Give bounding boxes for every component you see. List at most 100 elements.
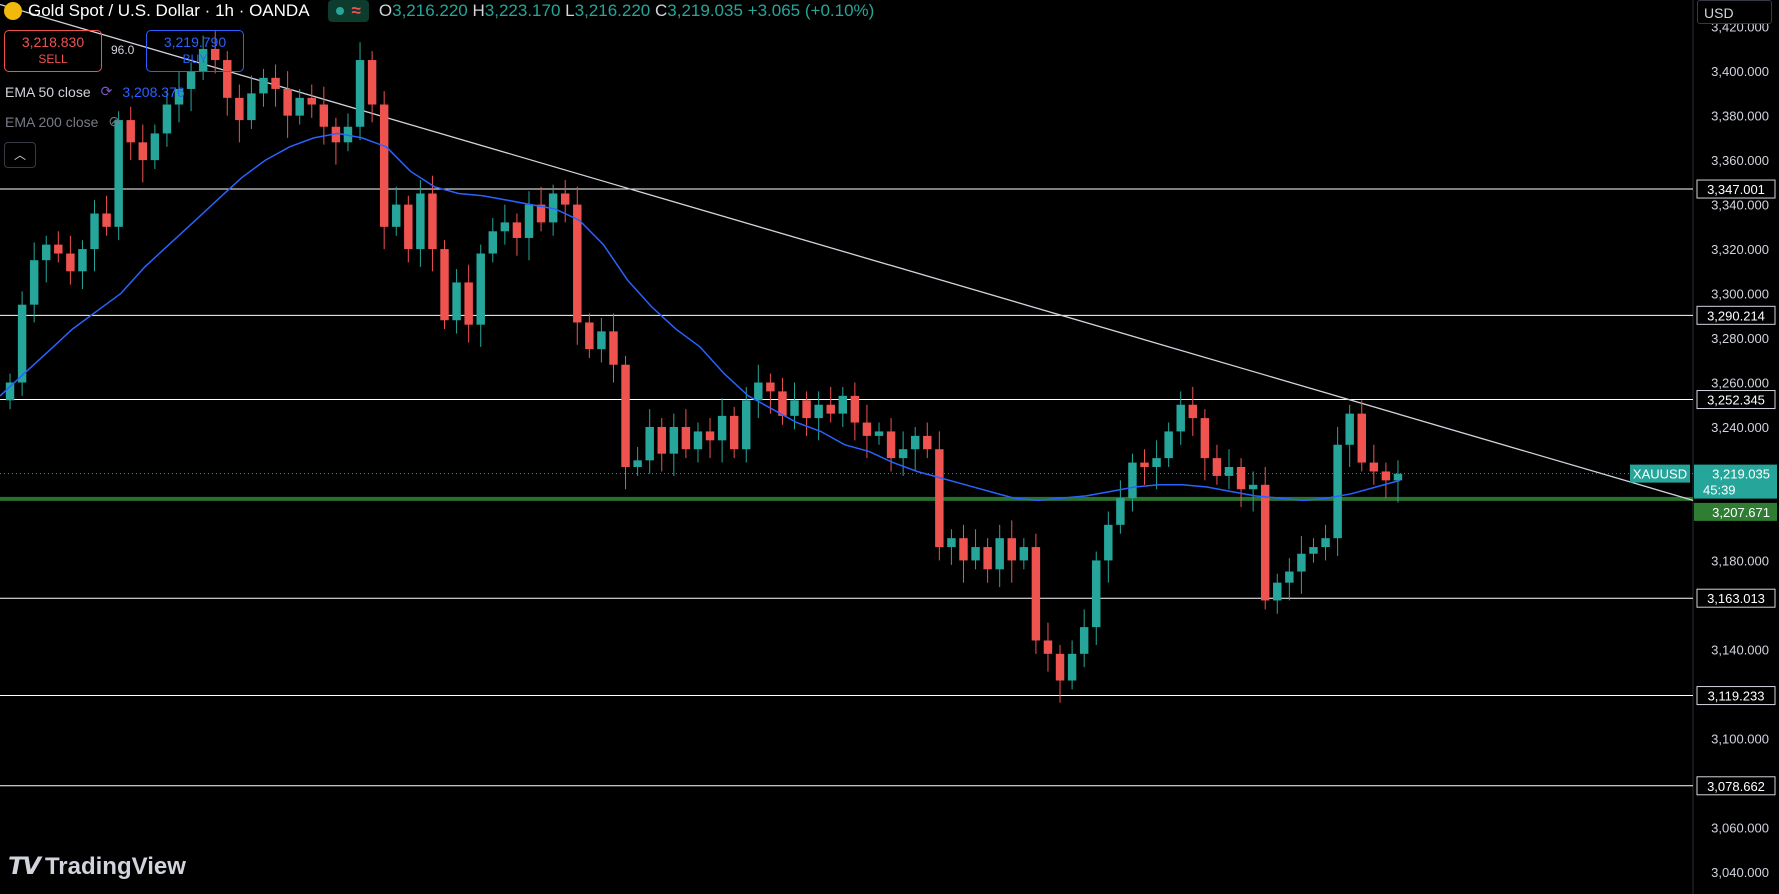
y-tick-label: 3,100.000 [1711, 731, 1769, 746]
candle-down [729, 415, 739, 450]
market-status[interactable]: ≈ [327, 0, 369, 22]
candle-down [283, 88, 292, 116]
candle-up [1285, 571, 1294, 583]
collapse-legend-button[interactable]: ︿ [4, 142, 36, 168]
tv-logo-icon: 𝙏𝙑 [8, 853, 41, 880]
candle-up [524, 204, 534, 238]
sell-button[interactable]: 3,218.830 SELL [4, 30, 102, 72]
open-value: 3,216.220 [392, 1, 468, 20]
refresh-icon[interactable]: ⟳ [101, 83, 113, 100]
candle-down [935, 449, 944, 548]
candle-up [1152, 458, 1161, 468]
chart-header: Gold Spot / U.S. Dollar · 1h · OANDA ≈ O… [0, 0, 874, 22]
candle-down [464, 282, 473, 325]
candle-up [995, 538, 1004, 570]
level-label: 3,347.001 [1707, 182, 1765, 197]
candle-up [1176, 404, 1185, 432]
price-chart[interactable]: 3,347.001 3,290.214 3,252.345 3,163.013 3,11… [0, 0, 1779, 894]
candle-up [416, 193, 425, 250]
y-tick-label: 3,280.000 [1711, 331, 1769, 346]
candle-up [633, 460, 642, 468]
candle-down [802, 400, 811, 419]
y-tick-label: 3,380.000 [1711, 109, 1769, 124]
candle-down [1043, 640, 1053, 654]
hidden-eye-icon[interactable]: ⊘ [108, 113, 120, 130]
candle-down [1260, 484, 1270, 601]
candle-up [186, 71, 196, 89]
candle-down [1200, 418, 1210, 459]
ema50-value: 3,208.376 [122, 83, 185, 100]
symbol-title[interactable]: Gold Spot / U.S. Dollar · 1h · OANDA [28, 1, 310, 21]
candle-up [1067, 653, 1077, 681]
candle-down [1357, 413, 1366, 463]
ema50-label: EMA 50 close [5, 83, 91, 100]
candle-up [1297, 553, 1306, 572]
candle-down [778, 391, 787, 416]
y-tick-label: 3,360.000 [1711, 153, 1769, 168]
candle-up [5, 382, 15, 401]
candle-up [42, 244, 51, 261]
bar-countdown: 45:39 [1703, 483, 1736, 498]
candle-down [1369, 462, 1379, 472]
candle-down [959, 538, 968, 561]
downtrend-line [0, 3, 1694, 501]
candle-up [645, 426, 654, 461]
candle-up [597, 331, 606, 350]
candle-up [1321, 538, 1330, 548]
candle-down [850, 395, 860, 423]
candle-up [742, 400, 751, 450]
y-tick-label: 3,340.000 [1711, 198, 1769, 213]
candle-up [898, 449, 908, 459]
y-tick-label: 3,300.000 [1711, 287, 1769, 302]
candle-down [1031, 547, 1041, 641]
candle-down [1236, 467, 1246, 490]
y-tick-label: 3,260.000 [1711, 376, 1769, 391]
candle-up [1393, 473, 1403, 481]
tradingview-logo[interactable]: 𝙏𝙑 TradingView [8, 852, 186, 881]
candle-up [910, 435, 920, 450]
chevron-up-icon: ︿ [13, 148, 26, 162]
candle-up [1128, 462, 1137, 499]
candle-down [379, 104, 389, 227]
candle-up [259, 77, 268, 94]
candle-down [923, 435, 932, 450]
candle-up [78, 249, 87, 272]
currency-selector[interactable]: USD [1697, 0, 1772, 24]
spread-value: 96.0 [111, 43, 135, 57]
candle-up [488, 231, 498, 254]
candle-up [947, 538, 956, 548]
candle-up [1333, 444, 1342, 539]
wave-icon: ≈ [351, 1, 361, 20]
candle-up [1104, 524, 1113, 561]
sell-label: SELL [38, 52, 68, 66]
y-tick-label: 3,240.000 [1711, 420, 1769, 435]
candle-down [1212, 458, 1222, 476]
high-value: 3,223.170 [484, 1, 561, 20]
buy-button[interactable]: 3,219.790 BUY [146, 30, 244, 72]
candle-down [657, 426, 666, 454]
candle-down [66, 253, 75, 272]
market-open-icon [335, 7, 344, 15]
candle-down [271, 77, 280, 89]
buy-price: 3,219.790 [163, 34, 227, 50]
candle-down [560, 193, 570, 205]
change-value: +3.065 (+0.10%) [747, 1, 875, 20]
candle-up [1116, 498, 1125, 525]
support-label: 3,207.671 [1712, 505, 1770, 520]
level-label: 3,290.214 [1707, 308, 1765, 323]
candle-up [1019, 547, 1029, 561]
candle-down [681, 426, 691, 450]
candle-down [1055, 653, 1065, 681]
ema50-legend[interactable]: EMA 50 close ⟳ 3,208.376 [5, 83, 185, 100]
last-price-label: 3,219.035 [1712, 467, 1770, 482]
candle-down [573, 204, 582, 323]
candle-up [874, 431, 884, 436]
symbol-tag-label: XAUUSD [1633, 467, 1687, 482]
ema200-legend[interactable]: EMA 200 close ⊘ [5, 113, 120, 130]
sell-price: 3,218.830 [21, 34, 85, 50]
tradingview-wordmark: TradingView [44, 852, 186, 880]
candle-up [814, 404, 823, 419]
ema200-label: EMA 200 close [5, 113, 99, 130]
candle-up [295, 97, 304, 116]
candle-down [102, 213, 111, 227]
